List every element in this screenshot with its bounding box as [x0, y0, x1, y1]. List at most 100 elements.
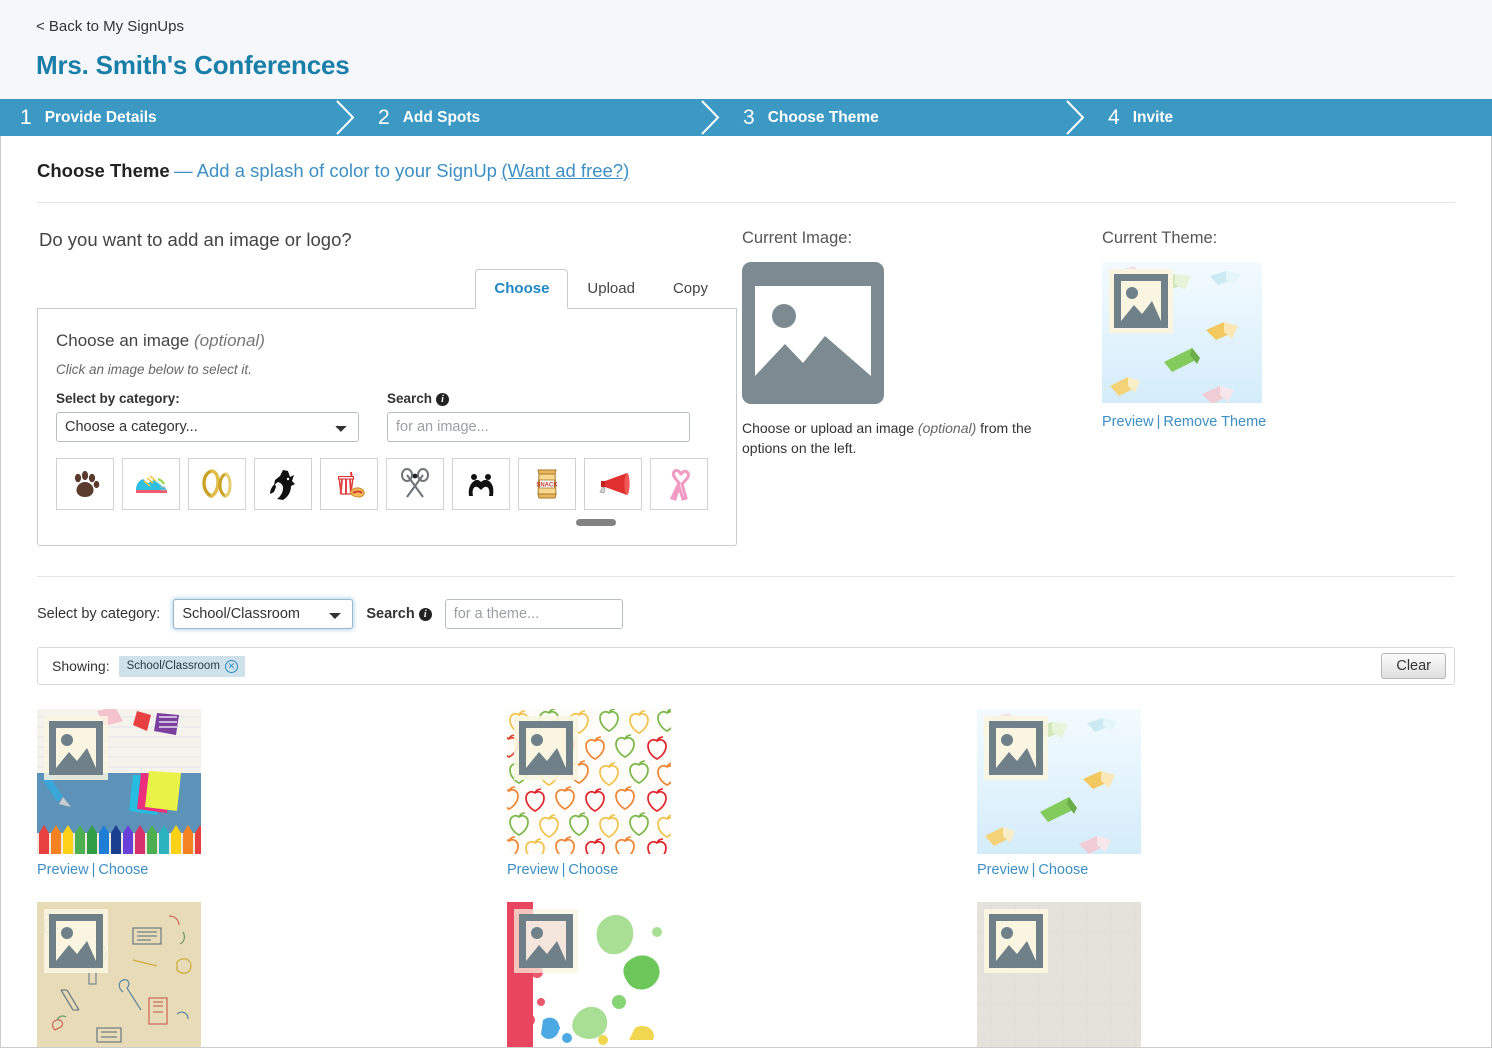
theme-preview-link[interactable]: Preview	[507, 862, 559, 878]
showing-label: Showing:	[52, 658, 110, 674]
step-add-spots[interactable]: 2 Add Spots	[358, 99, 723, 136]
megaphone-thumbnail[interactable]	[584, 458, 642, 510]
tab-choose[interactable]: Choose	[475, 269, 569, 309]
thumbnail-scrollbar[interactable]	[56, 519, 718, 527]
broken-image-icon	[1109, 269, 1173, 333]
theme-preview-link[interactable]: Preview	[37, 862, 89, 878]
wizard-stepper: 1 Provide Details 2 Add Spots 3 Choose T…	[0, 99, 1492, 136]
image-thumbnail-strip[interactable]: SNACK	[38, 458, 736, 510]
step-provide-details[interactable]: 1 Provide Details	[0, 99, 358, 136]
theme-thumbnail[interactable]	[977, 709, 1141, 854]
step-number: 1	[20, 106, 32, 129]
theme-thumbnail[interactable]	[37, 709, 201, 854]
preview-theme-link[interactable]: Preview	[1102, 414, 1154, 430]
themes-grid: Preview | Choose Preview | Choose Previe…	[1, 685, 1491, 1047]
section-subtitle: — Add a splash of color to your SignUp	[174, 160, 497, 181]
page-header: < Back to My SignUps Mrs. Smith's Confer…	[0, 0, 1492, 81]
caption-part-1: Choose or upload an image	[742, 420, 918, 436]
theme-filter-bar: Select by category: School/Classroom Sea…	[1, 577, 1491, 629]
theme-search-label: Search i	[366, 606, 432, 622]
showing-filters-bar: Showing: School/Classroom ✕ Clear	[37, 647, 1455, 685]
choose-image-heading: Choose an image (optional)	[56, 331, 718, 351]
theme-preview-link[interactable]: Preview	[977, 862, 1029, 878]
theme-paint-splatter	[507, 902, 977, 1047]
theme-thumbnail[interactable]	[977, 902, 1141, 1047]
current-theme-label: Current Theme:	[1102, 229, 1218, 247]
theme-apple-pattern: Preview | Choose	[507, 709, 977, 878]
pink-ribbon-thumbnail[interactable]	[650, 458, 708, 510]
theme-category-select[interactable]: School/Classroom	[173, 599, 354, 629]
paw-print-thumbnail[interactable]	[56, 458, 114, 510]
theme-search-input[interactable]	[444, 599, 623, 629]
chevron-right-icon	[1063, 99, 1089, 136]
theme-category-label: Select by category:	[37, 606, 161, 622]
image-chooser-column: Do you want to add an image or logo? Cho…	[37, 229, 737, 546]
active-filter-chip[interactable]: School/Classroom ✕	[118, 655, 245, 677]
image-search-input[interactable]	[387, 412, 690, 442]
theme-choose-link[interactable]: Choose	[1038, 862, 1088, 878]
theme-choose-link[interactable]: Choose	[568, 862, 618, 878]
tab-upload[interactable]: Upload	[568, 269, 654, 309]
theme-thumbnail[interactable]	[507, 709, 671, 854]
info-icon[interactable]: i	[436, 393, 450, 406]
chip-label: School/Classroom	[126, 660, 220, 672]
close-icon[interactable]: ✕	[224, 659, 238, 673]
horse-head-thumbnail[interactable]	[254, 458, 312, 510]
choose-image-heading-text: Choose an image	[56, 331, 190, 350]
current-image-placeholder	[742, 262, 1102, 409]
broken-image-icon	[44, 909, 108, 973]
image-category-label: Select by category:	[56, 391, 180, 406]
theme-choose-link[interactable]: Choose	[98, 862, 148, 878]
step-choose-theme[interactable]: 3 Choose Theme	[723, 99, 1088, 136]
theme-thumbnail[interactable]	[507, 902, 671, 1047]
section-header: Choose Theme — Add a splash of color to …	[1, 136, 1491, 182]
sneaker-thumbnail[interactable]	[122, 458, 180, 510]
theme-plain-texture	[977, 902, 1455, 1047]
image-and-theme-row: Do you want to add an image or logo? Cho…	[1, 203, 1491, 546]
image-search-label: Search i	[387, 391, 690, 406]
choose-image-panel: Choose an image (optional) Click an imag…	[37, 308, 737, 546]
step-number: 2	[378, 106, 390, 129]
want-ad-free-link[interactable]: (Want ad free?)	[501, 160, 629, 181]
step-label: Invite	[1132, 108, 1174, 126]
image-category-select[interactable]: Choose a category...	[56, 412, 359, 442]
clear-filters-button[interactable]: Clear	[1381, 653, 1446, 679]
link-separator: |	[1156, 414, 1161, 430]
svg-text:SNACK: SNACK	[536, 482, 558, 488]
back-to-my-signups-link[interactable]: < Back to My SignUps	[36, 18, 184, 35]
broken-image-icon	[44, 716, 108, 780]
step-invite[interactable]: 4 Invite	[1088, 99, 1492, 136]
theme-links: Preview | Choose	[37, 862, 507, 878]
wrestling-thumbnail[interactable]	[452, 458, 510, 510]
tab-copy[interactable]: Copy	[654, 269, 727, 309]
caption-optional: (optional)	[917, 420, 977, 436]
step-number: 4	[1108, 106, 1120, 129]
broken-image-icon	[742, 262, 884, 404]
chevron-right-icon	[333, 99, 359, 136]
choose-image-optional-text: (optional)	[194, 331, 265, 350]
lacrosse-sticks-thumbnail[interactable]	[386, 458, 444, 510]
concessions-thumbnail[interactable]	[320, 458, 378, 510]
theme-links: Preview | Choose	[507, 862, 977, 878]
step-label: Provide Details	[44, 108, 157, 126]
link-separator: |	[91, 862, 96, 878]
current-theme-thumbnail[interactable]	[1102, 262, 1262, 403]
current-theme-column: Current Theme: Preview | Remove Theme	[1102, 229, 1432, 546]
link-separator: |	[561, 862, 566, 878]
theme-floating-books: Preview | Choose	[977, 709, 1455, 878]
horseshoes-thumbnail[interactable]	[188, 458, 246, 510]
image-question-label: Do you want to add an image or logo?	[39, 229, 352, 250]
theme-links: Preview | Choose	[977, 862, 1455, 878]
remove-theme-link[interactable]: Remove Theme	[1163, 414, 1266, 430]
theme-thumbnail[interactable]	[37, 902, 201, 1047]
theme-doodle-kraft	[37, 902, 507, 1047]
image-search-field: Search i	[387, 391, 690, 442]
link-separator: |	[1031, 862, 1036, 878]
broken-image-icon	[984, 909, 1048, 973]
scrollbar-thumb[interactable]	[576, 519, 616, 526]
snack-bag-thumbnail[interactable]: SNACK	[518, 458, 576, 510]
current-image-column: Current Image: Choose or upload an image…	[737, 229, 1102, 546]
page-title: Mrs. Smith's Conferences	[36, 50, 350, 80]
step-label: Add Spots	[402, 108, 481, 126]
info-icon[interactable]: i	[418, 608, 432, 621]
